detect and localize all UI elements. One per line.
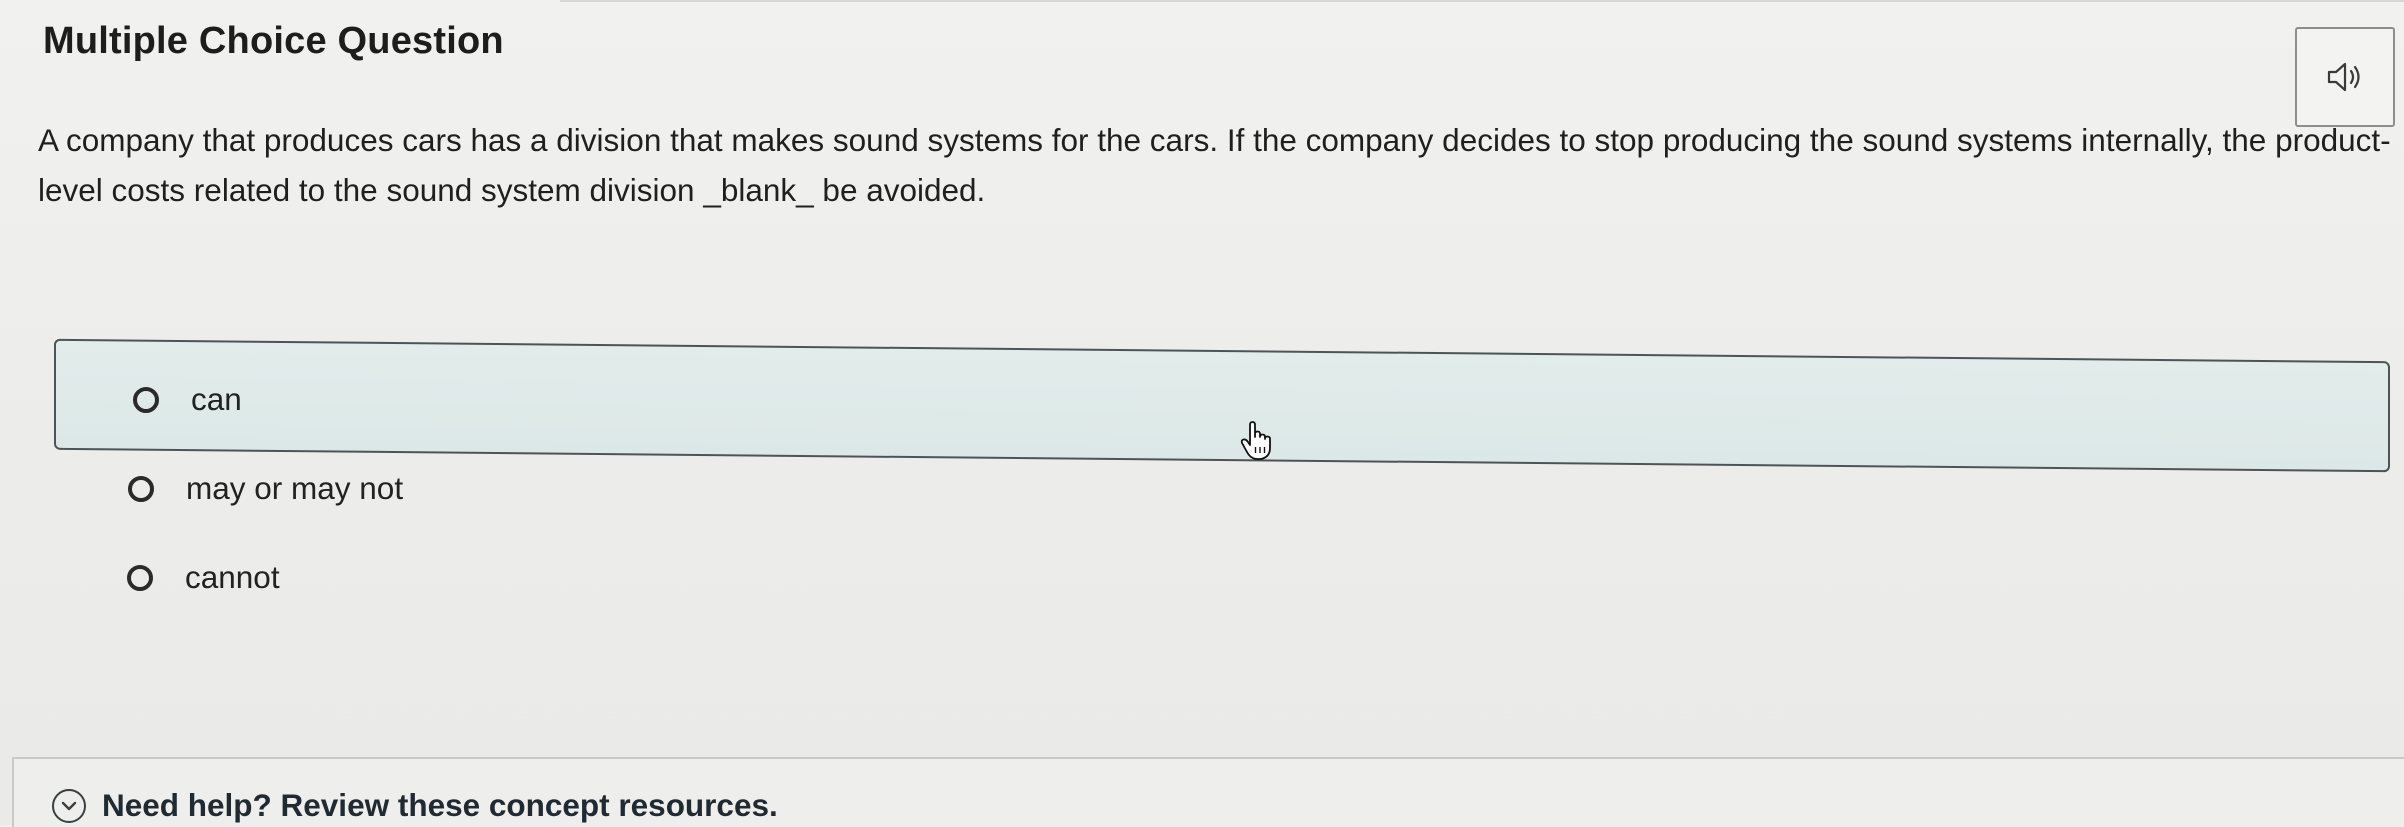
answer-option-can[interactable]: can — [133, 381, 242, 418]
option-label: may or may not — [186, 470, 404, 506]
answer-option-cannot[interactable]: cannot — [127, 559, 280, 596]
radio-button[interactable] — [133, 386, 159, 413]
option-label: cannot — [185, 559, 280, 595]
option-label: can — [191, 381, 242, 417]
concept-resources-label: Need help? Review these concept resource… — [102, 787, 778, 823]
radio-button[interactable] — [127, 564, 153, 591]
answer-option-may-or-may-not[interactable]: may or may not — [128, 470, 403, 507]
radio-button[interactable] — [128, 475, 154, 502]
hand-cursor-icon — [1240, 421, 1271, 460]
chevron-down-circle-icon — [52, 788, 86, 823]
answer-option-highlight[interactable] — [54, 338, 2390, 473]
concept-resources-toggle[interactable]: Need help? Review these concept resource… — [52, 787, 778, 824]
answer-options: can may or may not cannot — [0, 0, 2404, 825]
